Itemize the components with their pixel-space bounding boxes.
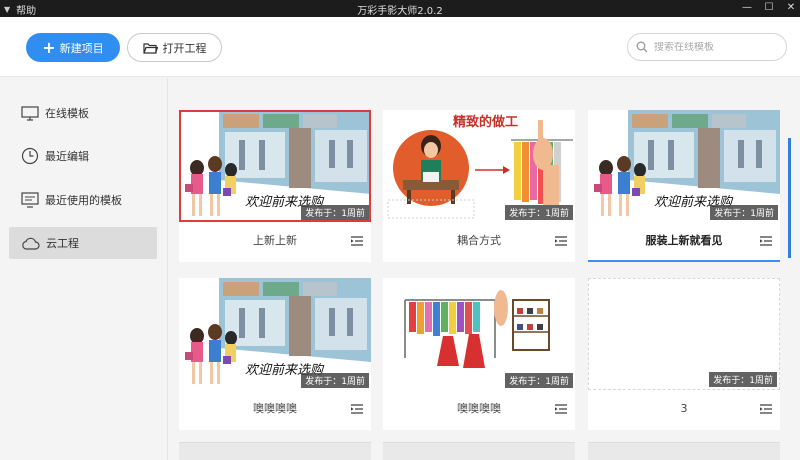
project-card-partial[interactable] [179, 442, 371, 460]
search-box[interactable] [627, 33, 787, 61]
project-card-partial[interactable] [383, 442, 575, 460]
window-title: 万彩手影大师2.0.2 [357, 6, 443, 17]
project-thumbnail[interactable]: 发布于：1周前 [588, 278, 780, 390]
plus-icon: + [42, 37, 56, 57]
toolbar: + 新建项目 打开工程 [0, 17, 800, 77]
list-menu-icon[interactable] [760, 404, 772, 414]
publish-time-badge: 发布于：1周前 [505, 373, 573, 388]
clock-icon [21, 147, 39, 165]
publish-time-badge: 发布于：1周前 [301, 373, 369, 388]
sidebar: 在线模板 最近编辑 最近使用的模板 云工程 [0, 78, 168, 460]
sidebar-item-label: 最近编辑 [45, 150, 89, 163]
publish-time-badge: 发布于：1周前 [710, 205, 778, 220]
project-card[interactable]: 精致的做工 发布于：1周前 耦合方式 [383, 110, 575, 262]
maximize-button[interactable]: ☐ [758, 0, 780, 17]
project-thumbnail[interactable]: 欢迎前来选购 发布于：1周前 [588, 110, 780, 222]
scrollbar[interactable] [788, 138, 791, 258]
sidebar-item-cloud-projects[interactable]: 云工程 [9, 227, 157, 259]
list-menu-icon[interactable] [555, 236, 567, 246]
project-name: 服装上新就看见 [645, 234, 723, 247]
project-grid: 欢迎前来选购 发布于：1周前 上新上新 精致的做工 发布于：1周前 耦合方式 欢… [168, 78, 800, 460]
project-thumbnail[interactable]: 欢迎前来选购 发布于：1周前 [179, 110, 371, 222]
open-project-label: 打开工程 [162, 41, 207, 55]
project-card[interactable]: 发布于：1周前 3 [588, 278, 780, 430]
sidebar-item-online-templates[interactable]: 在线模板 [9, 97, 157, 129]
folder-icon [142, 42, 158, 54]
project-card-partial[interactable] [588, 442, 780, 460]
publish-time-badge: 发布于：1周前 [301, 205, 369, 220]
sidebar-item-label: 云工程 [46, 237, 79, 250]
new-project-button[interactable]: + 新建项目 [26, 33, 120, 62]
close-button[interactable]: ✕ [780, 0, 800, 17]
sidebar-item-recent-edits[interactable]: 最近编辑 [9, 140, 157, 172]
thumbnail-overlay-text: 精致的做工 [453, 114, 518, 130]
minimize-button[interactable]: — [736, 0, 758, 17]
project-thumbnail[interactable]: 精致的做工 发布于：1周前 [383, 110, 575, 222]
list-menu-icon[interactable] [351, 236, 363, 246]
list-menu-icon[interactable] [351, 404, 363, 414]
open-project-button[interactable]: 打开工程 [127, 33, 222, 62]
search-input[interactable] [654, 41, 774, 53]
monitor-list-icon [21, 192, 39, 208]
monitor-icon [21, 105, 39, 121]
sidebar-item-recent-templates[interactable]: 最近使用的模板 [9, 184, 157, 216]
title-bar: ▼ 帮助 万彩手影大师2.0.2 — ☐ ✕ [0, 0, 800, 17]
project-thumbnail[interactable]: 欢迎前来选购 发布于：1周前 [179, 278, 371, 390]
project-card[interactable]: 欢迎前来选购 发布于：1周前 噢噢噢噢 [179, 278, 371, 430]
new-project-label: 新建项目 [59, 41, 104, 55]
sidebar-item-label: 在线模板 [45, 107, 89, 120]
sidebar-item-label: 最近使用的模板 [45, 194, 122, 207]
project-thumbnail[interactable]: 发布于：1周前 [383, 278, 575, 390]
hover-underline [588, 260, 780, 262]
search-icon [636, 41, 648, 53]
list-menu-icon[interactable] [555, 404, 567, 414]
project-name: 上新上新 [253, 234, 297, 247]
project-name: 噢噢噢噢 [457, 402, 501, 415]
publish-time-badge: 发布于：1周前 [505, 205, 573, 220]
project-name: 耦合方式 [457, 234, 501, 247]
project-card[interactable]: 发布于：1周前 噢噢噢噢 [383, 278, 575, 430]
project-card[interactable]: 欢迎前来选购 发布于：1周前 上新上新 [179, 110, 371, 262]
list-menu-icon[interactable] [760, 236, 772, 246]
project-name: 3 [680, 402, 688, 415]
project-name: 噢噢噢噢 [253, 402, 297, 415]
project-card[interactable]: 欢迎前来选购 发布于：1周前 服装上新就看见 [588, 110, 780, 262]
publish-time-badge: 发布于：1周前 [709, 372, 777, 387]
cloud-icon [22, 237, 40, 250]
